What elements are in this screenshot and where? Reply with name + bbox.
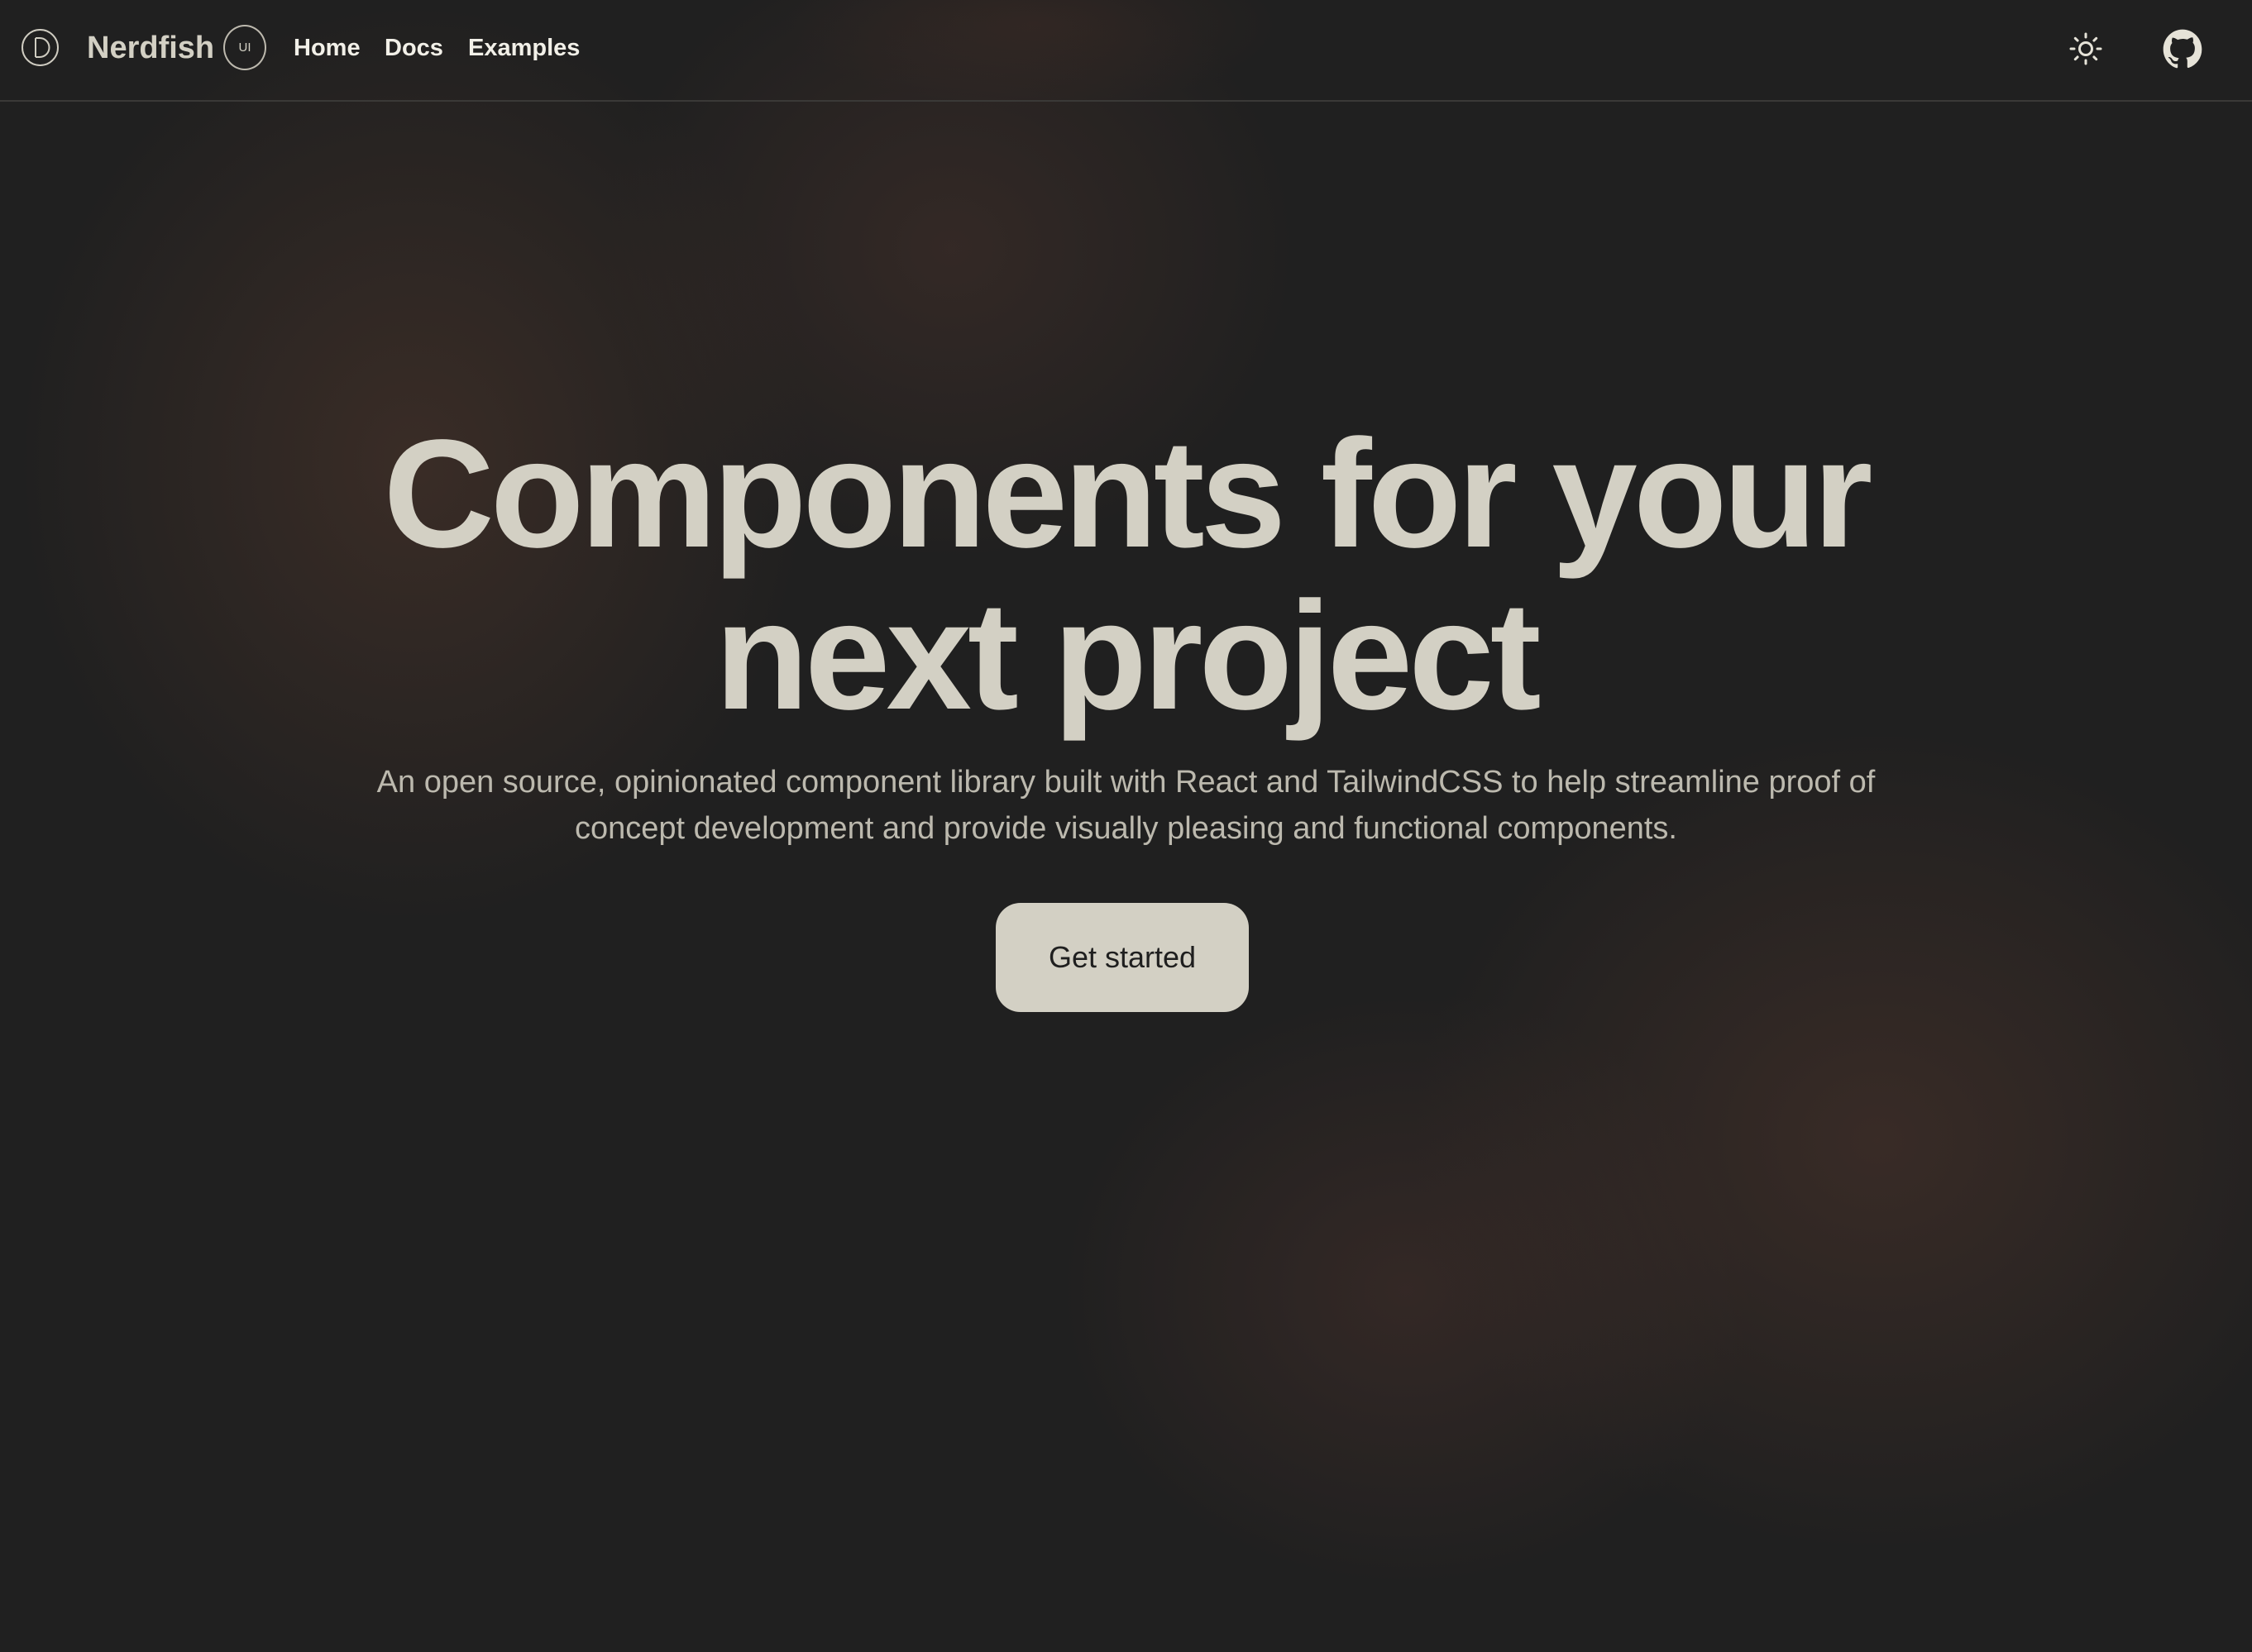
- brand-name[interactable]: Nerdfish: [87, 30, 214, 66]
- brand-badge: UI: [223, 25, 266, 70]
- hero-title-line-1: Components for your: [383, 408, 1873, 580]
- hero-title: Components for your next project: [0, 413, 2252, 738]
- hero-title-line-2: next project: [715, 571, 1541, 742]
- github-link[interactable]: [2159, 26, 2206, 72]
- logo-d-icon[interactable]: [22, 29, 59, 66]
- theme-toggle-button[interactable]: [2063, 26, 2109, 72]
- nav-link-docs[interactable]: Docs: [385, 33, 443, 63]
- get-started-button[interactable]: Get started: [996, 903, 1249, 1012]
- nav-link-home[interactable]: Home: [294, 33, 361, 63]
- hero-subtitle-line-2: concept development and provide visually…: [575, 811, 1677, 846]
- hero-subtitle: An open source, opinionated component li…: [0, 759, 2252, 852]
- nav-link-examples[interactable]: Examples: [468, 33, 580, 63]
- github-icon: [2163, 29, 2202, 69]
- sun-icon: [2069, 32, 2102, 65]
- top-navbar: Nerdfish UI Home Docs Examples: [0, 0, 2252, 102]
- hero-subtitle-line-1: An open source, opinionated component li…: [376, 765, 1876, 800]
